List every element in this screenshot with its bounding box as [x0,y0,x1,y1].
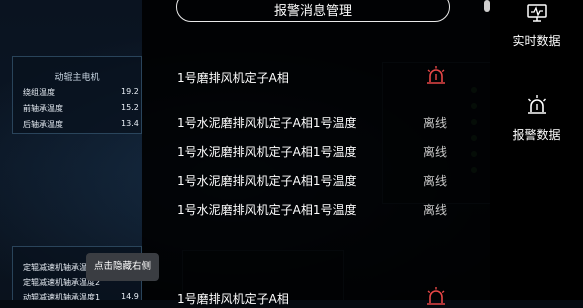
sidebar-item-alarm-data[interactable]: 报警数据 [490,94,583,143]
motor-row-label: 前轴承温度 [23,104,63,113]
motor-row-value: 13.4 [121,119,139,128]
alarm-status: 离线 [423,174,448,188]
sidebar-item-label: 报警数据 [512,128,561,142]
alarm-item[interactable]: 1号磨排风机定子A相 [177,69,289,86]
motor-row-label: 后轴承温度 [23,120,63,129]
reducer-row-label: 定辊减速机轴承温度 [23,263,95,272]
alarm-status: 离线 [423,145,448,159]
monitor-icon [526,4,547,22]
hide-sidebar-tooltip[interactable]: 点击隐藏右侧 [86,253,160,281]
right-sidebar: 实时数据 报警数据 [490,0,583,300]
motor-row-value: 15.2 [121,103,139,112]
motor-panel-title: 动辊主电机 [54,73,100,83]
alarm-light-icon [527,95,546,114]
reducer-row-label: 动辊减速机轴承温度1 [23,293,101,300]
alarm-item[interactable]: 1号水泥磨排风机定子A相1号温度 [177,143,356,160]
motor-row-label: 绕组温度 [23,88,55,97]
alarm-status: 离线 [423,116,448,130]
alarm-bell-icon [427,66,445,84]
motor-panel: 动辊主电机 绕组温度 19.2 前轴承温度 15.2 后轴承温度 13.4 [12,56,142,134]
motor-row-value: 19.2 [121,87,139,96]
sidebar-item-realtime-data[interactable]: 实时数据 [490,2,583,49]
alarm-item[interactable]: 1号磨排风机定子A相 [177,290,289,307]
drawer-title: 报警消息管理 [176,0,450,22]
alarm-status: 离线 [423,203,448,217]
reducer-row-value: 14.9 [121,292,139,300]
alarm-item[interactable]: 1号水泥磨排风机定子A相1号温度 [177,114,356,131]
alarm-item[interactable]: 1号水泥磨排风机定子A相1号温度 [177,172,356,189]
alarm-item[interactable]: 1号水泥磨排风机定子A相1号温度 [177,201,356,218]
sidebar-item-label: 实时数据 [512,34,561,48]
alarm-bell-icon [427,287,445,305]
